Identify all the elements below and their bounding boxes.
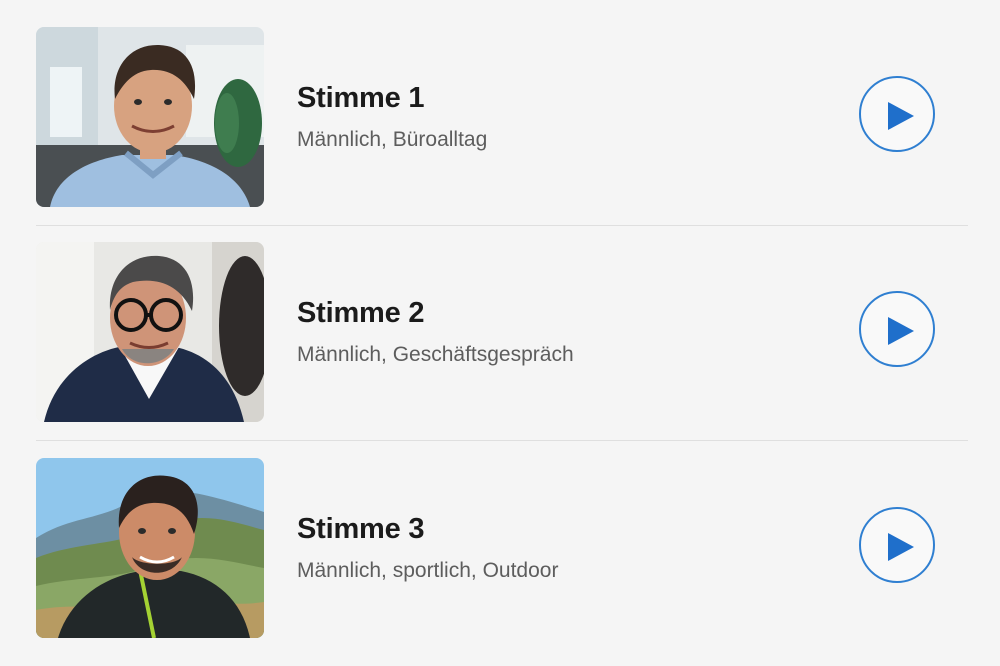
voice-subtitle: Männlich, sportlich, Outdoor — [297, 559, 559, 582]
voice-title: Stimme 3 — [297, 513, 425, 545]
man-office-portrait — [36, 27, 264, 207]
voice-item[interactable]: Stimme 3 Männlich, sportlich, Outdoor — [0, 441, 1000, 655]
man-glasses-business-portrait — [36, 242, 264, 422]
voice-title: Stimme 1 — [297, 82, 425, 114]
play-button[interactable] — [859, 507, 935, 583]
play-icon — [888, 533, 914, 561]
voice-subtitle: Männlich, Geschäftsgespräch — [297, 343, 574, 366]
man-outdoor-mountain-portrait — [36, 458, 264, 638]
voice-title: Stimme 2 — [297, 297, 425, 329]
voice-item[interactable]: Stimme 1 Männlich, Büroalltag — [0, 10, 1000, 224]
voice-subtitle: Männlich, Büroalltag — [297, 128, 488, 151]
voice-list: Stimme 1 Männlich, Büroalltag Stimme 2 M… — [0, 0, 1000, 666]
play-button[interactable] — [859, 76, 935, 152]
voice-item[interactable]: Stimme 2 Männlich, Geschäftsgespräch — [0, 225, 1000, 439]
play-icon — [888, 102, 914, 130]
voice-photo — [36, 242, 264, 422]
voice-photo — [36, 27, 264, 207]
voice-photo — [36, 458, 264, 638]
play-button[interactable] — [859, 291, 935, 367]
play-icon — [888, 317, 914, 345]
